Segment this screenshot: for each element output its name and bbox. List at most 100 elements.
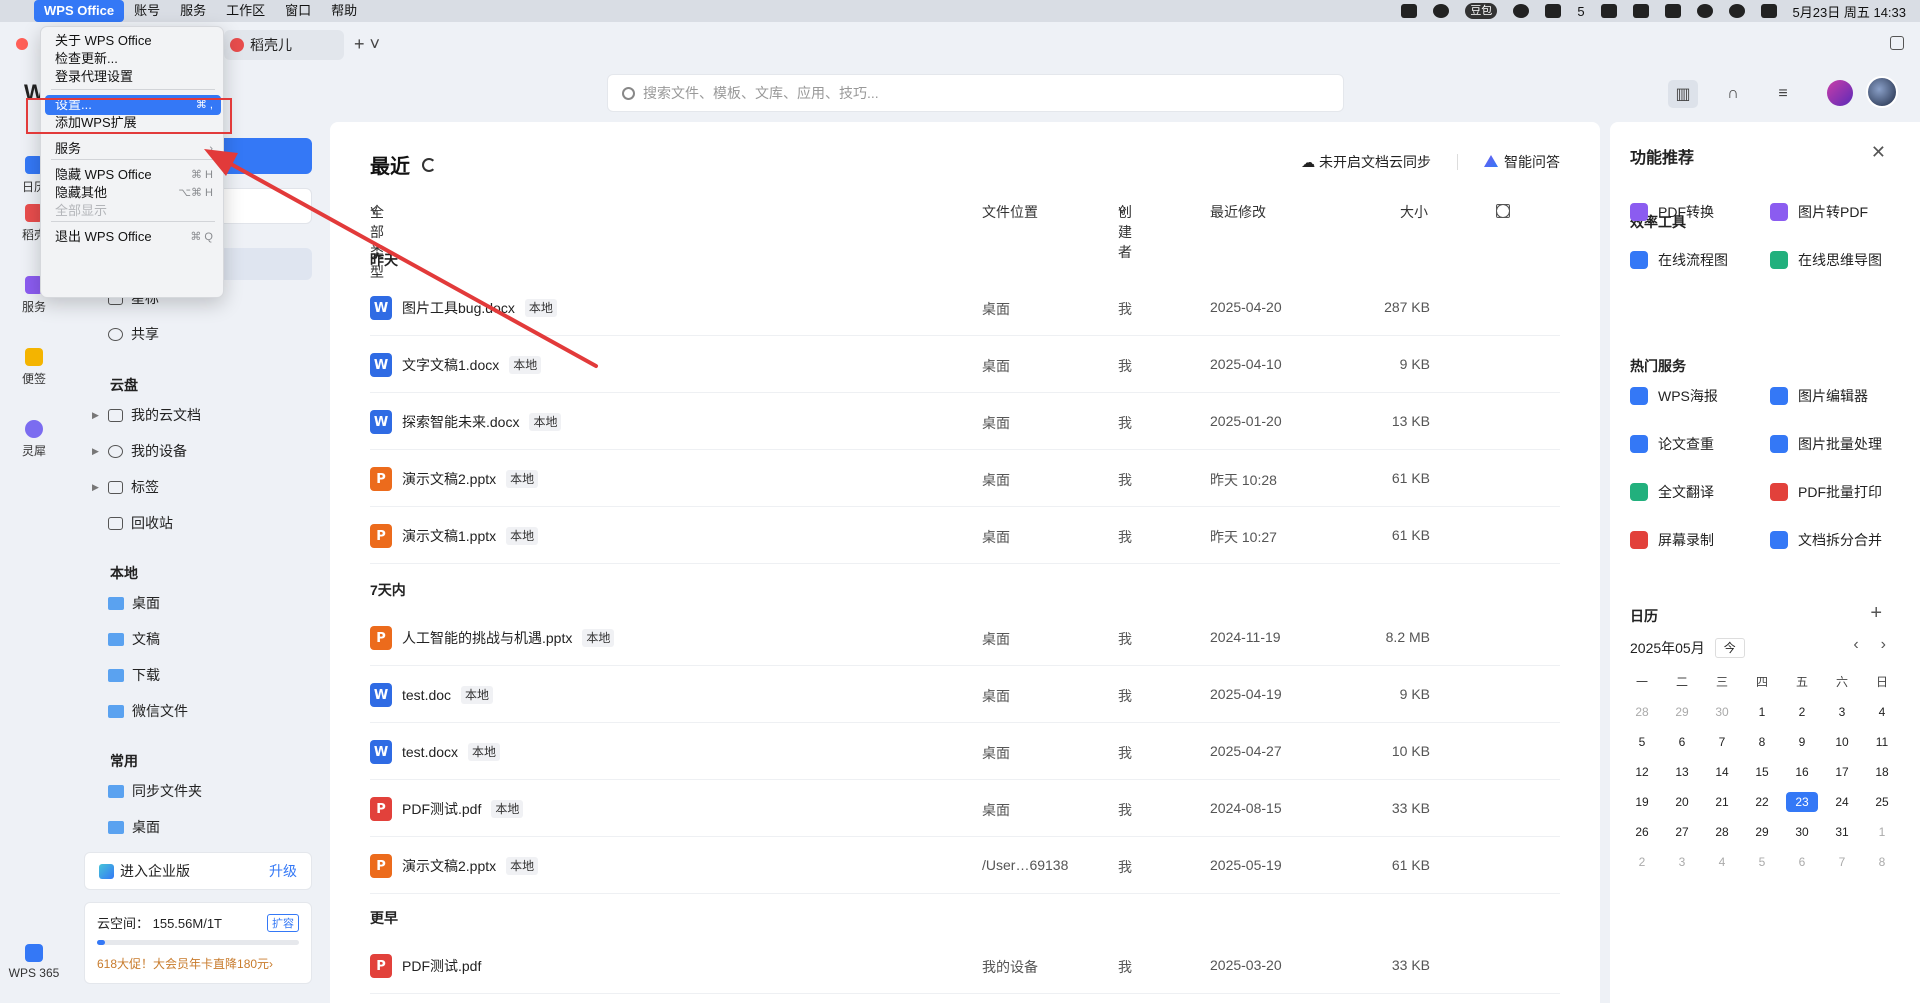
filter-type-dropdown[interactable]: 全部类型 ˅ [370, 202, 384, 280]
sidebar-item-my-devices[interactable]: ▶ 我的设备 [92, 439, 187, 463]
refresh-icon[interactable] [422, 157, 436, 172]
today-button[interactable]: 今 [1714, 638, 1745, 658]
tray-app-icon[interactable] [1664, 4, 1681, 18]
tab-docer[interactable]: 稻壳儿 [224, 30, 344, 60]
menu-item[interactable]: 退出 WPS Office ⌘ Q [45, 227, 221, 247]
calendar-day[interactable]: 22 [1742, 792, 1782, 812]
grid-icon[interactable] [1600, 4, 1617, 18]
table-row[interactable]: W 图片工具bug.docx 本地 桌面 我 2025-04-20 287 KB [370, 280, 1560, 336]
global-search-input[interactable]: 搜索文件、模板、文库、应用、技巧... [607, 74, 1344, 112]
file-name[interactable]: P 演示文稿2.pptx 本地 [370, 854, 539, 878]
calendar-day[interactable]: 8 [1742, 732, 1782, 752]
calendar-day[interactable]: 7 [1702, 732, 1742, 752]
expand-arrow-icon[interactable]: ▶ [92, 446, 100, 457]
calendar-day[interactable]: 14 [1702, 762, 1742, 782]
upgrade-link[interactable]: 升级 [269, 861, 297, 881]
member-icon[interactable] [1827, 80, 1853, 106]
sidebar-item-tags[interactable]: ▶ 标签 [92, 475, 159, 499]
file-name[interactable]: W 文字文稿1.docx 本地 [370, 353, 542, 377]
close-window-icon[interactable] [16, 38, 28, 50]
file-name[interactable]: P PDF测试.pdf [370, 954, 481, 978]
feature-item[interactable]: PDF转换 [1630, 202, 1714, 222]
menu-account[interactable]: 账号 [124, 0, 170, 22]
file-name[interactable]: Wtest.docx 本地 [370, 740, 501, 764]
calendar-day[interactable]: 27 [1662, 822, 1702, 842]
calendar-day[interactable]: 16 [1782, 762, 1822, 782]
new-tab-icon[interactable]: + ˅ [354, 34, 380, 55]
feature-item[interactable]: 图片编辑器 [1770, 386, 1868, 406]
feature-item[interactable]: 在线思维导图 [1770, 250, 1882, 270]
menu-help[interactable]: 帮助 [321, 0, 367, 22]
calendar-day[interactable]: 25 [1862, 792, 1902, 812]
calendar-day[interactable]: 1 [1742, 702, 1782, 722]
rail-lingxi[interactable]: 灵犀 [0, 420, 68, 459]
calendar-day[interactable]: 4 [1702, 852, 1742, 872]
table-row[interactable]: P 演示文稿2.pptx 本地 桌面 我 昨天 10:28 61 KB [370, 451, 1560, 507]
calendar-day[interactable]: 18 [1862, 762, 1902, 782]
rail-notes[interactable]: 便签 [0, 348, 68, 387]
add-event-icon[interactable]: + [1870, 602, 1882, 625]
file-name[interactable]: P PDF测试.pdf 本地 [370, 797, 524, 821]
sidebar-item-share[interactable]: 共享 [108, 322, 159, 346]
feature-item[interactable]: 全文翻译 [1630, 482, 1714, 502]
settings-sliders-icon[interactable]: ≡ [1768, 80, 1798, 108]
calendar-day[interactable]: 9 [1782, 732, 1822, 752]
calendar-day[interactable]: 26 [1622, 822, 1662, 842]
calendar-day[interactable]: 12 [1622, 762, 1662, 782]
file-name[interactable]: P 人工智能的挑战与机遇.pptx 本地 [370, 626, 615, 650]
table-row[interactable]: P 演示文稿2.pptx 本地/User…69138 我 2025-05-19 61 KB [370, 838, 1560, 894]
table-row[interactable]: P PDF测试.pdf 本地 桌面 我 2024-08-15 33 KB [370, 781, 1560, 837]
control-center-icon[interactable] [1760, 4, 1777, 18]
expand-button[interactable]: 扩容 [267, 913, 299, 932]
feature-item[interactable]: 论文查重 [1630, 434, 1714, 454]
feature-item[interactable]: 图片批量处理 [1770, 434, 1882, 454]
calendar-day[interactable]: 29 [1662, 702, 1702, 722]
next-month-icon[interactable]: › [1881, 636, 1886, 654]
calendar-day[interactable]: 11 [1862, 732, 1902, 752]
feature-item[interactable]: 文档拆分合并 [1770, 530, 1882, 550]
window-mode-icon[interactable] [1890, 36, 1904, 50]
calendar-day[interactable]: 31 [1822, 822, 1862, 842]
user-avatar[interactable] [1866, 76, 1898, 108]
sidebar-item-my-cloud-docs[interactable]: ▶ 我的云文档 [92, 403, 201, 427]
feature-item[interactable]: WPS海报 [1630, 386, 1718, 406]
calendar-day[interactable]: 20 [1662, 792, 1702, 812]
calendar-day[interactable]: 2 [1622, 852, 1662, 872]
tray-badge-count[interactable]: 5 [1577, 4, 1584, 19]
calendar-day[interactable]: 6 [1782, 852, 1822, 872]
tray-app-icon[interactable] [1513, 4, 1530, 18]
filter-creator-dropdown[interactable]: 创建者 ˅ [1118, 202, 1132, 260]
layout-toggle-icon[interactable]: ▥ [1668, 80, 1698, 108]
header-size[interactable]: 大小 [1400, 202, 1428, 222]
expand-arrow-icon[interactable]: ▶ [92, 482, 100, 493]
prev-month-icon[interactable]: ‹ [1853, 636, 1858, 654]
menu-service[interactable]: 服务 [170, 0, 216, 22]
file-name[interactable]: P 演示文稿2.pptx 本地 [370, 467, 539, 491]
menu-item[interactable]: 服务 › [45, 139, 221, 159]
calendar-day[interactable]: 3 [1662, 852, 1702, 872]
calendar-day[interactable]: 24 [1822, 792, 1862, 812]
file-name[interactable]: Wtest.doc 本地 [370, 683, 494, 707]
calendar-day[interactable]: 17 [1822, 762, 1862, 782]
table-row[interactable]: P 演示文稿1.pptx 本地 桌面 我 昨天 10:27 61 KB [370, 508, 1560, 564]
feature-item[interactable]: 图片转PDF [1770, 202, 1868, 222]
ai-qa-button[interactable]: 智能问答 [1484, 152, 1560, 172]
search-icon[interactable] [1728, 4, 1745, 18]
calendar-day[interactable]: 10 [1822, 732, 1862, 752]
calendar-day[interactable]: 21 [1702, 792, 1742, 812]
close-icon[interactable]: ✕ [1871, 142, 1886, 163]
feature-item[interactable]: 在线流程图 [1630, 250, 1728, 270]
sidebar-item-trash[interactable]: 回收站 [92, 511, 173, 535]
calendar-day[interactable]: 3 [1822, 702, 1862, 722]
file-name[interactable]: P 演示文稿1.pptx 本地 [370, 524, 539, 548]
enterprise-entry[interactable]: 进入企业版 升级 [84, 852, 312, 890]
sidebar-item-wechat-files[interactable]: 微信文件 [108, 699, 188, 723]
tray-app-icon[interactable] [1433, 4, 1450, 18]
calendar-day[interactable]: 6 [1662, 732, 1702, 752]
promo-link[interactable]: 618大促！大会员年卡直降180元› [97, 955, 299, 972]
menu-item[interactable]: 隐藏其他 ⌥⌘ H [45, 183, 221, 203]
tray-app-icon[interactable] [1401, 4, 1418, 18]
calendar-day[interactable]: 4 [1862, 702, 1902, 722]
calendar-day[interactable]: 5 [1622, 732, 1662, 752]
headset-icon[interactable]: ∩ [1718, 80, 1748, 108]
